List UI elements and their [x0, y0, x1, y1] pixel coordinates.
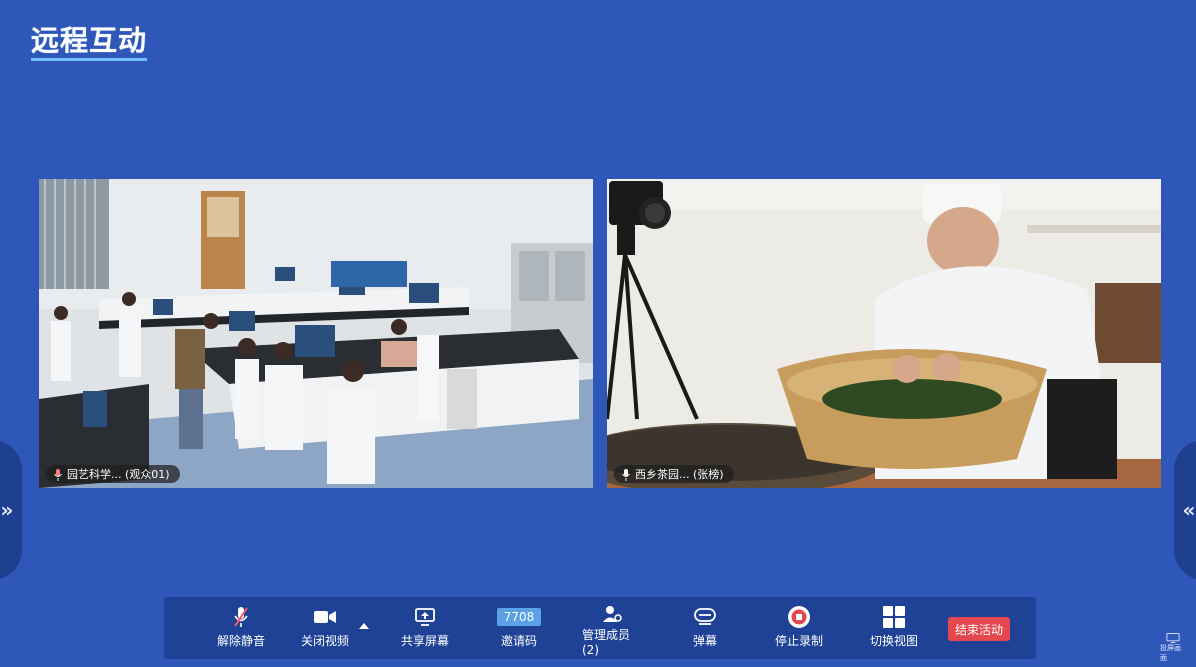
share-screen-label: 共享屏幕: [400, 634, 449, 648]
danmaku-button[interactable]: 弹幕: [690, 605, 720, 653]
video-camera-icon: [314, 605, 336, 629]
grid-view-icon: [883, 605, 905, 629]
stop-recording-button[interactable]: 停止录制: [774, 605, 824, 653]
lab-scene-image: [39, 179, 593, 488]
manage-members-label: 管理成员(2): [582, 628, 631, 657]
video-options-caret-icon[interactable]: [359, 623, 369, 629]
mic-muted-icon: [54, 468, 62, 481]
manage-members-button[interactable]: 管理成员(2): [582, 605, 642, 657]
screen-cast-label: 投屏画面: [1160, 644, 1181, 662]
video-tile-lab[interactable]: 园艺科学... (观众01): [39, 179, 593, 488]
expand-left-panel-button[interactable]: »: [0, 440, 22, 580]
expand-right-panel-button[interactable]: «: [1174, 440, 1196, 580]
participant-name: 西乡茶园... (张榜): [635, 468, 724, 481]
page-title: 远程互动: [31, 24, 148, 61]
participant-name: 园艺科学... (观众01): [67, 468, 170, 481]
switch-view-button[interactable]: 切换视图: [869, 605, 919, 653]
share-screen-button[interactable]: 共享屏幕: [400, 605, 450, 653]
participant-name-tag: 园艺科学... (观众01): [46, 465, 180, 483]
mic-icon: [622, 468, 630, 481]
record-stop-icon: [787, 605, 811, 629]
unmute-label: 解除静音: [216, 634, 265, 648]
danmaku-label: 弹幕: [692, 634, 717, 648]
stop-record-label: 停止录制: [774, 634, 823, 648]
close-video-button[interactable]: 关闭视频: [300, 605, 350, 653]
mic-muted-icon: [233, 605, 249, 629]
invite-code-label: 邀请码: [500, 634, 537, 648]
double-chevron-left-icon: «: [1182, 498, 1196, 522]
switch-view-label: 切换视图: [869, 634, 918, 648]
participant-name-tag: 西乡茶园... (张榜): [614, 465, 734, 483]
monitor-icon: [1166, 633, 1180, 643]
tea-scene-image: [607, 179, 1161, 488]
danmaku-icon: [694, 605, 716, 629]
user-settings-icon: [602, 605, 622, 623]
screen-cast-button[interactable]: 投屏画面: [1160, 633, 1186, 663]
invite-code-button[interactable]: 7708 邀请码: [496, 605, 542, 653]
end-activity-button[interactable]: 结束活动: [948, 617, 1010, 641]
share-screen-icon: [415, 605, 435, 629]
video-tile-tea[interactable]: 西乡茶园... (张榜): [607, 179, 1161, 488]
meeting-toolbar: 解除静音 关闭视频 共享屏幕 7708 邀请码 管理成员(2) 弹幕 停止录制 …: [164, 597, 1036, 659]
double-chevron-right-icon: »: [0, 498, 14, 522]
invite-code-badge: 7708: [497, 608, 541, 626]
unmute-button[interactable]: 解除静音: [216, 605, 266, 653]
close-video-label: 关闭视频: [300, 634, 349, 648]
